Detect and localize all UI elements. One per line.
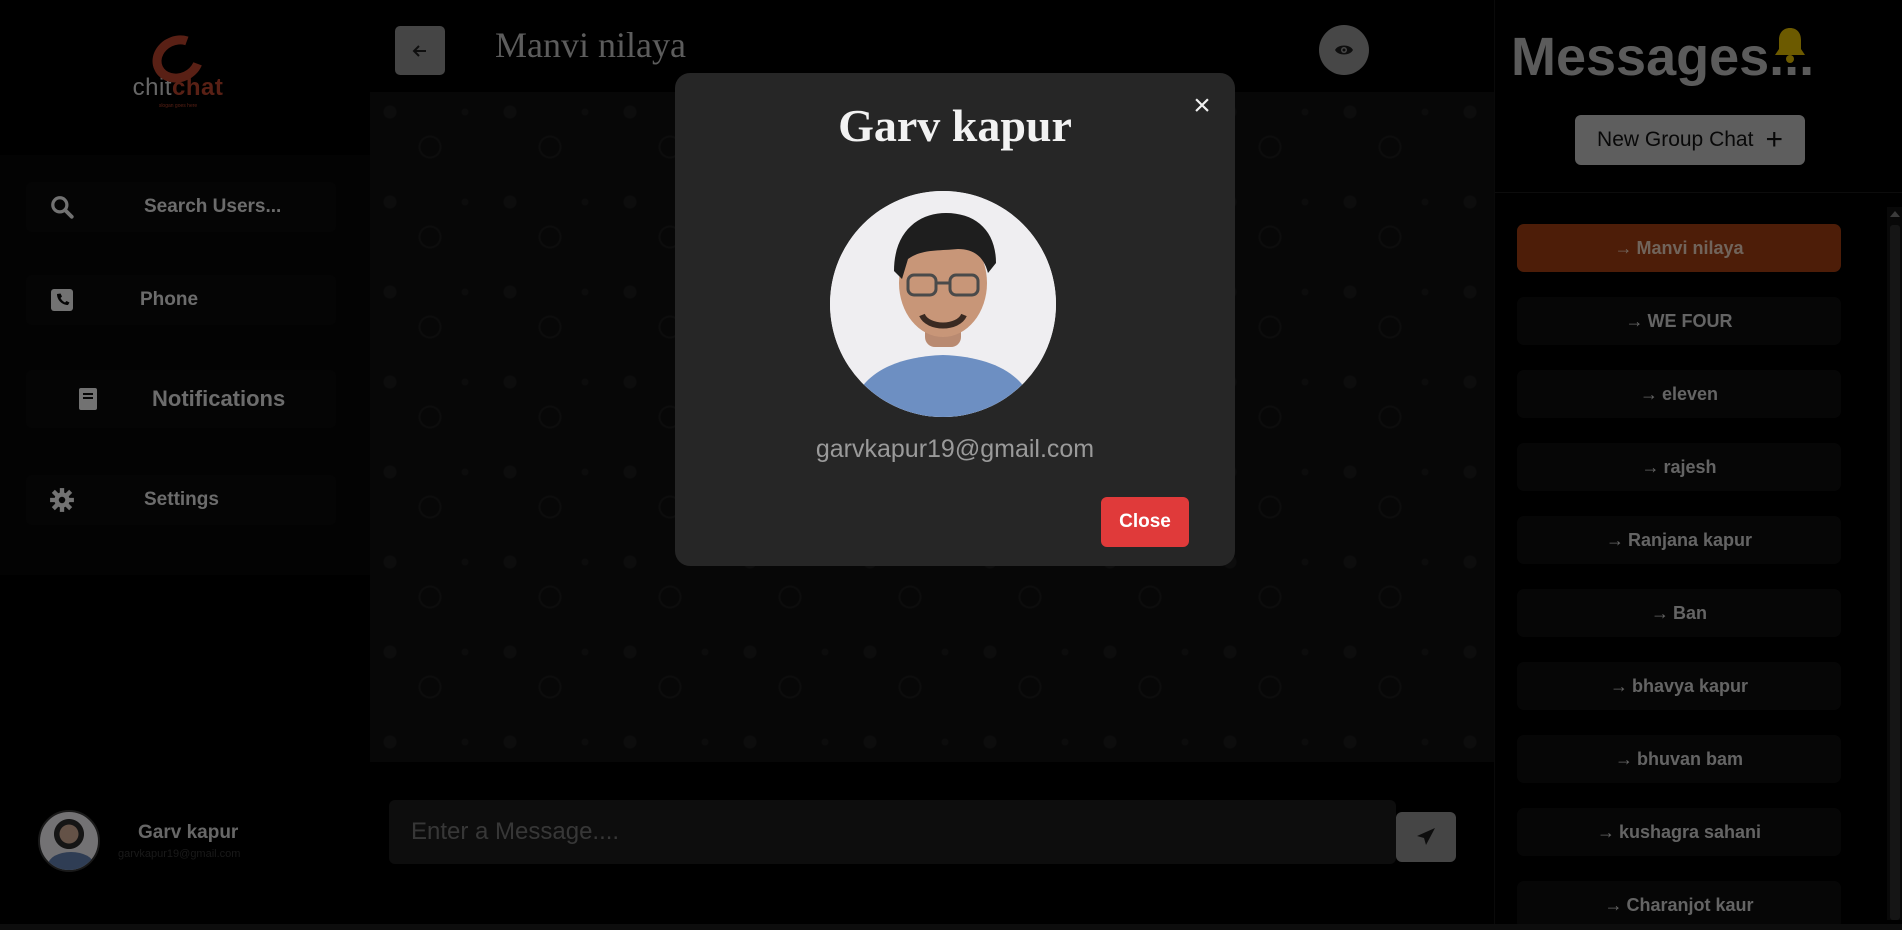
profile-email: garvkapur19@gmail.com (815, 435, 1095, 463)
profile-modal: Garv kapur × garvkapur19@gmail.com Close (675, 73, 1235, 566)
app-root: chitchat slogan goes here Search Users..… (0, 0, 1902, 930)
modal-title: Garv kapur (838, 100, 1072, 151)
close-icon[interactable]: × (1187, 91, 1217, 121)
close-button[interactable]: Close (1101, 497, 1189, 547)
profile-avatar (830, 191, 1056, 417)
